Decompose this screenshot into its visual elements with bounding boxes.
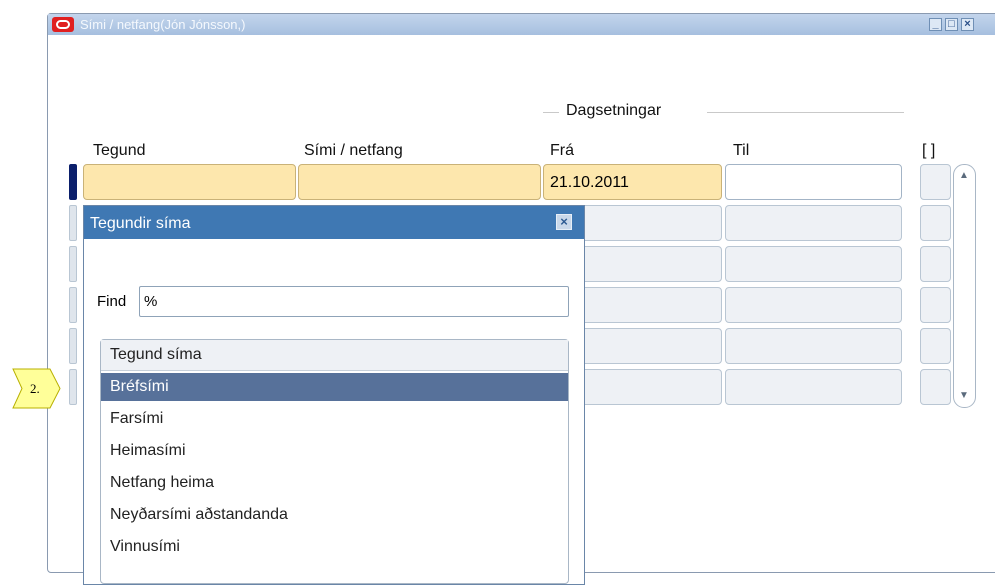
- window-title: Sími / netfang(Jón Jónsson,): [80, 17, 246, 32]
- flag-checkbox[interactable]: [920, 328, 951, 364]
- list-item-neydarsimi-adstandanda[interactable]: Neyðarsími aðstandanda: [101, 501, 568, 529]
- til-date-field[interactable]: [725, 369, 902, 405]
- oracle-logo-icon: [52, 17, 74, 32]
- minimize-button[interactable]: _: [929, 18, 942, 31]
- column-header-flag: [ ]: [922, 142, 936, 159]
- flag-checkbox[interactable]: [920, 287, 951, 323]
- vertical-scrollbar[interactable]: [953, 164, 976, 408]
- til-date-field[interactable]: [725, 205, 902, 241]
- column-header-tegund: Tegund: [93, 142, 146, 159]
- til-date-field[interactable]: [725, 328, 902, 364]
- dialog-close-icon[interactable]: ×: [556, 214, 572, 230]
- flag-checkbox[interactable]: [920, 246, 951, 282]
- group-line-left: [543, 112, 559, 113]
- til-date-field[interactable]: [725, 246, 902, 282]
- row-selector[interactable]: [69, 287, 77, 323]
- row-selector[interactable]: [69, 205, 77, 241]
- find-input[interactable]: [139, 286, 569, 317]
- date-group-label: Dagsetningar: [566, 102, 662, 119]
- column-header-fra: Frá: [550, 142, 574, 159]
- til-date-field[interactable]: [725, 287, 902, 323]
- list-item-netfang-heima[interactable]: Netfang heima: [101, 469, 568, 497]
- row-selector[interactable]: [69, 328, 77, 364]
- til-date-field[interactable]: [725, 164, 902, 200]
- flag-checkbox[interactable]: [920, 369, 951, 405]
- group-line-right: [707, 112, 904, 113]
- row-selector[interactable]: [69, 369, 77, 405]
- list-item-heimasimi[interactable]: Heimasími: [101, 437, 568, 465]
- flag-checkbox[interactable]: [920, 205, 951, 241]
- scroll-up-icon[interactable]: ▲: [958, 170, 970, 182]
- maximize-button[interactable]: □: [945, 18, 958, 31]
- list-item-farsimi[interactable]: Farsími: [101, 405, 568, 433]
- simi-netfang-field[interactable]: [298, 164, 541, 200]
- tegund-field[interactable]: [83, 164, 296, 200]
- column-header-til: Til: [733, 142, 750, 159]
- scroll-down-icon[interactable]: ▼: [958, 390, 970, 402]
- close-button[interactable]: ×: [961, 18, 974, 31]
- list-item-brefsimi[interactable]: Bréfsími: [101, 373, 568, 401]
- dialog-title: Tegundir síma: [90, 215, 191, 232]
- callout-label: 2.: [30, 381, 40, 396]
- row-selector-current[interactable]: [69, 164, 77, 200]
- column-header-simi-netfang: Sími / netfang: [304, 142, 403, 159]
- flag-checkbox[interactable]: [920, 164, 951, 200]
- list-item-vinnusimi[interactable]: Vinnusími: [101, 533, 568, 561]
- row-selector[interactable]: [69, 246, 77, 282]
- fra-date-field[interactable]: 21.10.2011: [543, 164, 722, 200]
- find-label: Find: [97, 293, 127, 310]
- step-callout-icon: 2.: [12, 368, 61, 409]
- list-header-label: Tegund síma: [110, 346, 202, 363]
